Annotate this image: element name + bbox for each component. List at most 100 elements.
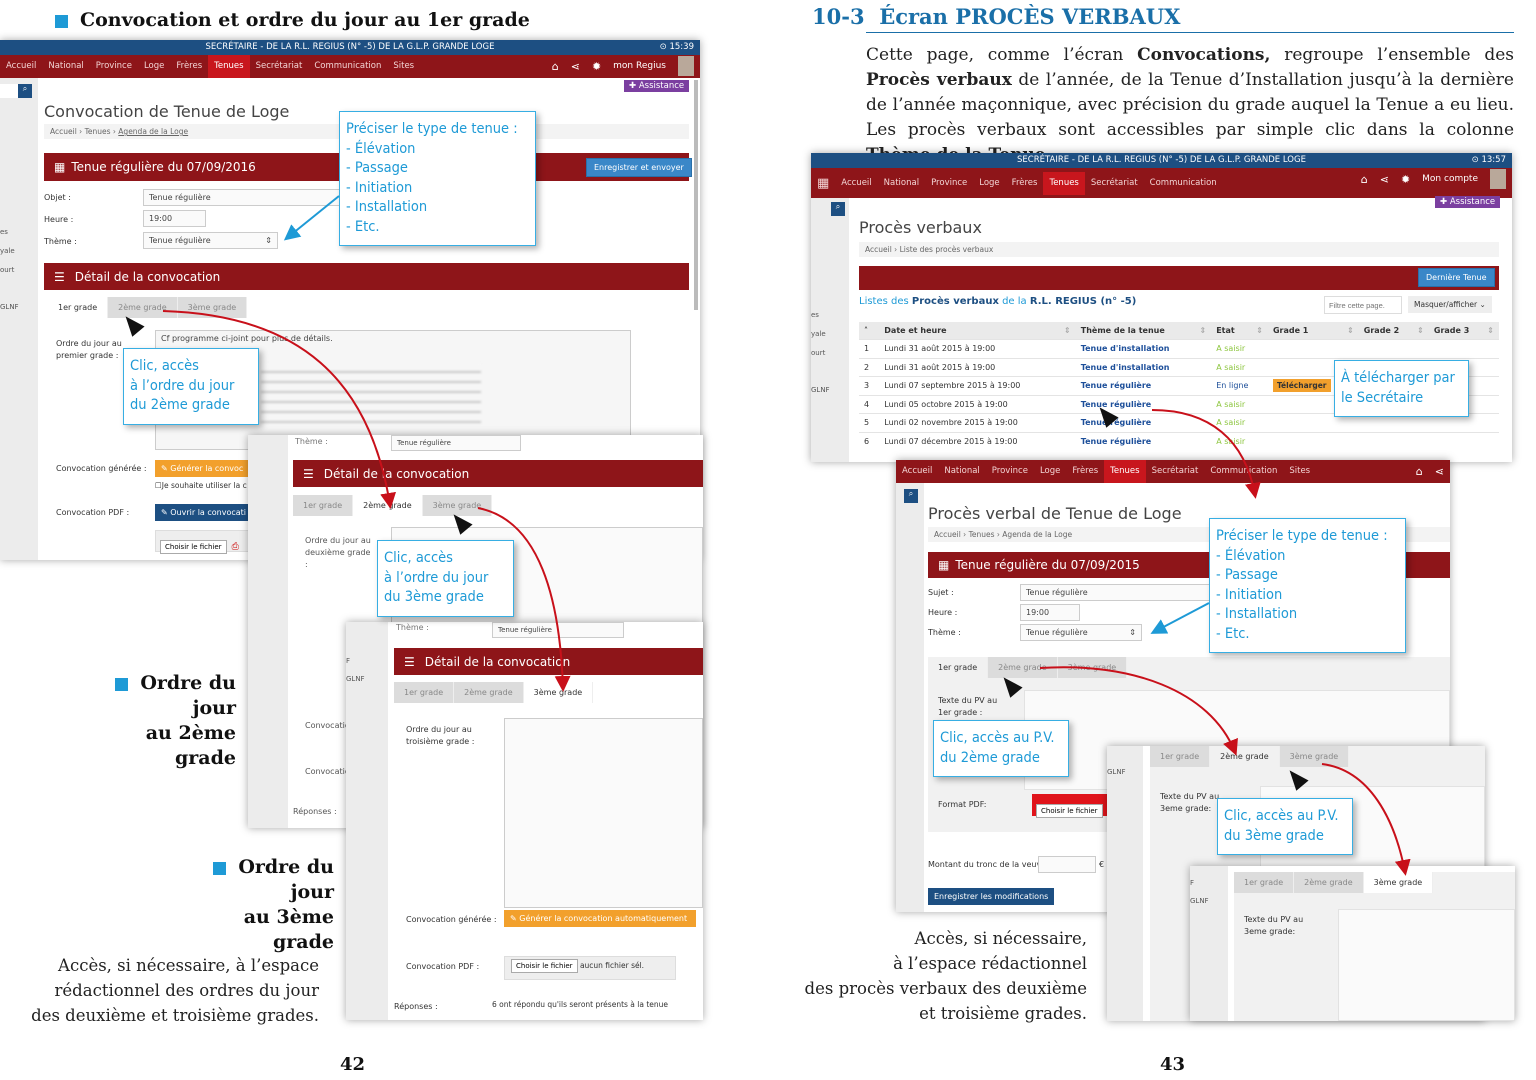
breadcrumb-item[interactable]: Accueil: [865, 245, 892, 254]
column-header[interactable]: Grade 1 ⇕: [1267, 322, 1359, 340]
sidebar-item[interactable]: ourt: [811, 344, 849, 363]
share-icon[interactable]: ⋖: [1435, 460, 1444, 483]
save-modifications-button[interactable]: Enregistrer les modifications: [928, 888, 1055, 905]
account-menu[interactable]: mon Regius: [613, 55, 666, 78]
tab-grade-2[interactable]: 2ème grade: [353, 495, 423, 516]
tab-grade-3[interactable]: 3ème grade: [1057, 657, 1128, 678]
sidebar-item[interactable]: GLNF: [346, 670, 388, 688]
save-send-button[interactable]: Enregistrer et envoyer: [586, 158, 692, 177]
last-tenue-button[interactable]: Dernière Tenue: [1418, 268, 1495, 287]
nav-item-communication[interactable]: Communication: [1204, 460, 1283, 483]
heure-input[interactable]: 19:00: [1020, 604, 1080, 621]
nav-item-accueil[interactable]: Accueil: [896, 460, 938, 483]
nav-item-accueil[interactable]: Accueil: [835, 172, 877, 195]
sidebar-item[interactable]: yale: [0, 242, 38, 261]
nav-item-loge[interactable]: Loge: [973, 172, 1005, 195]
avatar[interactable]: [678, 56, 694, 76]
share-icon[interactable]: ⋖: [1380, 168, 1389, 191]
gear-icon[interactable]: ✹: [592, 55, 601, 78]
sidebar-item[interactable]: GLNF: [0, 298, 38, 317]
nav-item-communication[interactable]: Communication: [1144, 172, 1223, 195]
column-header[interactable]: Etat ⇕: [1211, 322, 1268, 340]
theme-link[interactable]: Tenue régulière: [1081, 381, 1152, 390]
nav-item-loge[interactable]: Loge: [1034, 460, 1066, 483]
tab-grade-3[interactable]: 3ème grade: [1363, 872, 1434, 893]
theme-link[interactable]: Tenue régulière: [1081, 437, 1152, 446]
sidebar-item[interactable]: F: [346, 652, 388, 670]
assistance-button[interactable]: ✚ Assistance: [624, 80, 690, 92]
column-header[interactable]: Grade 2 ⇕: [1358, 322, 1429, 340]
sidebar-item[interactable]: ourt: [0, 261, 38, 280]
account-menu[interactable]: Mon compte: [1422, 168, 1478, 191]
nav-item-tenues[interactable]: Tenues: [208, 55, 250, 78]
home-icon[interactable]: ⌂: [1361, 168, 1368, 191]
breadcrumb-item[interactable]: Liste des procès verbaux: [900, 245, 994, 254]
nav-item-national[interactable]: National: [42, 55, 89, 78]
assistance-button[interactable]: ✚ Assistance: [1435, 196, 1501, 208]
sidebar-item[interactable]: yale: [811, 325, 849, 344]
sort-icon[interactable]: ⇕: [1064, 326, 1071, 335]
search-icon[interactable]: ⌕: [831, 202, 845, 216]
breadcrumb-item[interactable]: Accueil: [50, 127, 77, 136]
tab-grade-2[interactable]: 2ème grade: [1210, 746, 1280, 767]
theme-select[interactable]: Tenue régulière: [492, 622, 624, 638]
search-icon[interactable]: ⌕: [18, 84, 32, 98]
download-button[interactable]: Télécharger: [1272, 379, 1331, 393]
column-header[interactable]: Grade 3 ⇕: [1428, 322, 1499, 340]
breadcrumb-item[interactable]: Agenda de la Loge: [118, 127, 188, 136]
toggle-columns-button[interactable]: Masquer/afficher ⌄: [1408, 296, 1492, 313]
use-glnf-checkbox[interactable]: ☐Je souhaite utiliser la c: [155, 481, 247, 490]
sidebar-item[interactable]: GLNF: [811, 381, 849, 400]
column-header[interactable]: Thème de la tenue ⇕: [1075, 322, 1212, 340]
theme-select[interactable]: Tenue régulière ⇕: [143, 232, 278, 249]
sidebar-item[interactable]: es: [811, 306, 849, 325]
nav-item-tenues[interactable]: Tenues: [1104, 460, 1146, 483]
gear-icon[interactable]: ✹: [1401, 168, 1410, 191]
odj3-textarea[interactable]: [504, 718, 703, 908]
nav-item-national[interactable]: National: [938, 460, 985, 483]
sidebar-item[interactable]: GLNF: [1107, 768, 1143, 776]
tab-grade-1[interactable]: 1er grade: [394, 682, 455, 703]
tab-grade-1[interactable]: 1er grade: [1234, 872, 1295, 893]
sort-icon[interactable]: ⇕: [1256, 326, 1263, 335]
choose-file-button[interactable]: Choisir le fichier: [1036, 804, 1103, 818]
tab-grade-3[interactable]: 3ème grade: [177, 297, 248, 318]
column-header[interactable]: Date et heure ⇕: [879, 322, 1076, 340]
nav-item-secretariat[interactable]: Secrétariat: [1146, 460, 1205, 483]
nav-item-freres[interactable]: Frères: [170, 55, 208, 78]
theme-link[interactable]: Tenue régulière: [1081, 400, 1152, 409]
texte3-textarea[interactable]: [1338, 909, 1515, 1021]
nav-item-secretariat[interactable]: Secrétariat: [1085, 172, 1144, 195]
sidebar-item[interactable]: es: [0, 223, 38, 242]
nav-item-sites[interactable]: Sites: [387, 55, 420, 78]
tab-grade-3[interactable]: 3ème grade: [1279, 746, 1350, 767]
breadcrumb-item[interactable]: Tenues: [85, 127, 111, 136]
nav-item-freres[interactable]: Frères: [1006, 172, 1044, 195]
nav-item-national[interactable]: National: [878, 172, 925, 195]
scrollbar[interactable]: [694, 80, 698, 310]
choose-file-button[interactable]: Choisir le fichier: [511, 959, 578, 973]
tab-grade-1[interactable]: 1er grade: [1150, 746, 1211, 767]
search-icon[interactable]: ⌕: [904, 489, 918, 503]
apps-grid-icon[interactable]: ▦: [811, 172, 835, 195]
sort-icon[interactable]: ⇕: [1347, 326, 1354, 335]
nav-item-province[interactable]: Province: [90, 55, 138, 78]
tab-grade-1[interactable]: 1er grade: [48, 297, 109, 318]
nav-item-secretariat[interactable]: Secrétariat: [250, 55, 309, 78]
nav-item-tenues[interactable]: Tenues: [1043, 171, 1085, 195]
sujet-input[interactable]: Tenue régulière: [1020, 584, 1210, 601]
sidebar-item[interactable]: GLNF: [1190, 892, 1228, 910]
nav-item-communication[interactable]: Communication: [308, 55, 387, 78]
theme-link[interactable]: Tenue d'installation: [1081, 363, 1170, 372]
theme-select[interactable]: Tenue régulière ⇕: [1020, 624, 1142, 641]
open-convocation-button[interactable]: ✎ Ouvrir la convocati: [155, 504, 253, 521]
sort-icon[interactable]: ⇕: [1417, 326, 1424, 335]
generate-button[interactable]: ✎ Générer la convocation automatiquement: [504, 910, 696, 927]
breadcrumb-item[interactable]: Accueil: [934, 530, 961, 539]
breadcrumb-item[interactable]: Agenda de la Loge: [1002, 530, 1072, 539]
home-icon[interactable]: ⌂: [552, 55, 559, 78]
nav-item-loge[interactable]: Loge: [138, 55, 170, 78]
theme-link[interactable]: Tenue d'installation: [1081, 344, 1170, 353]
avatar[interactable]: [1490, 169, 1506, 189]
tronc-input[interactable]: [1038, 856, 1096, 873]
